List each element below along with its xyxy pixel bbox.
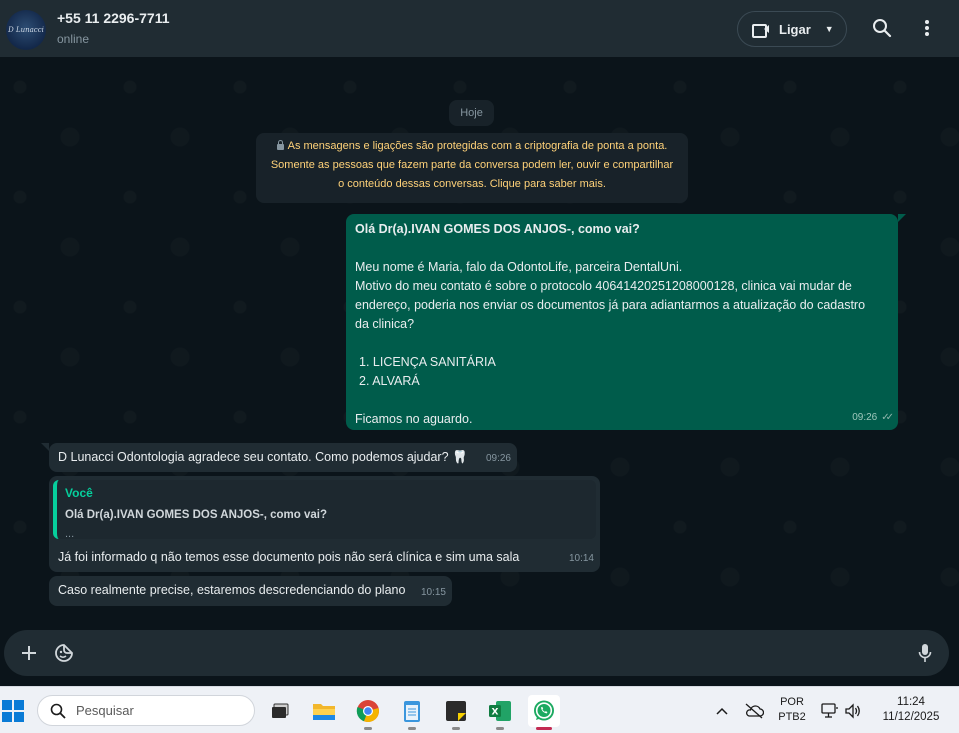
- notepad-icon[interactable]: [396, 695, 428, 730]
- volume-icon[interactable]: [843, 701, 863, 721]
- message-meta: 09:26 ✓✓: [852, 408, 894, 427]
- lock-icon: [276, 140, 284, 150]
- composer-bar[interactable]: [4, 630, 949, 676]
- outgoing-message[interactable]: Olá Dr(a).IVAN GOMES DOS ANJOS-, como va…: [346, 214, 906, 430]
- sticky-notes-icon[interactable]: [440, 695, 472, 730]
- list-item: 2. ALVARÁ: [359, 374, 420, 388]
- message-line: da clinica?: [355, 317, 415, 331]
- clock-date: 11/12/2025: [882, 711, 940, 723]
- message-time: 10:15: [420, 587, 446, 598]
- chat-panel: Hoje As mensagens e ligações são protegi…: [0, 57, 959, 630]
- search-icon[interactable]: [870, 16, 894, 40]
- document-list: 1. LICENÇA SANITÁRIA 2. ALVARÁ: [355, 353, 889, 391]
- message-time: 10:14: [568, 553, 594, 564]
- notice-line: As mensagens e ligações são protegidas c…: [287, 140, 668, 152]
- quote-ellipsis: ...: [65, 528, 75, 540]
- incoming-message[interactable]: Caso realmente precise, estaremos descre…: [49, 576, 452, 606]
- search-icon: [50, 703, 66, 719]
- menu-icon[interactable]: [915, 16, 939, 40]
- svg-text:X: X: [492, 708, 499, 718]
- message-text: Caso realmente precise, estaremos descre…: [58, 583, 406, 597]
- quote-text: Olá Dr(a).IVAN GOMES DOS ANJOS-, como va…: [65, 509, 327, 521]
- contact-avatar[interactable]: D Lunacci: [6, 10, 46, 50]
- notice-line: Somente as pessoas que fazem parte da co…: [270, 159, 674, 171]
- video-icon: [752, 22, 770, 38]
- task-view-icon[interactable]: [264, 695, 296, 727]
- language-line: POR: [780, 696, 804, 708]
- taskbar-search[interactable]: Pesquisar: [37, 695, 255, 726]
- file-explorer-icon[interactable]: [308, 695, 340, 727]
- encryption-notice[interactable]: As mensagens e ligações são protegidas c…: [256, 133, 688, 203]
- chevron-up-icon[interactable]: [712, 701, 732, 721]
- quote-author: Você: [65, 486, 93, 500]
- message-time: 09:26: [852, 412, 878, 423]
- plus-icon[interactable]: [16, 640, 42, 666]
- message-greeting: Olá Dr(a).IVAN GOMES DOS ANJOS-, como va…: [355, 222, 640, 236]
- search-placeholder: Pesquisar: [76, 703, 134, 718]
- list-item: 1. LICENÇA SANITÁRIA: [359, 355, 496, 369]
- call-button[interactable]: Ligar ▼: [737, 11, 847, 47]
- message-text: D Lunacci Odontologia agradece seu conta…: [58, 450, 468, 464]
- quoted-message[interactable]: Você Olá Dr(a).IVAN GOMES DOS ANJOS-, co…: [53, 480, 596, 540]
- contact-name: +55 11 2296-7711: [57, 10, 170, 26]
- message-text: Já foi informado q não temos esse docume…: [58, 550, 520, 564]
- chevron-down-icon: ▼: [824, 24, 834, 34]
- contact-status: online: [57, 32, 90, 46]
- message-line: Meu nome é Maria, falo da OdontoLife, pa…: [355, 260, 683, 274]
- windows-taskbar: Pesquisar X POR PTB2 11:24 11/12/2025: [0, 686, 959, 733]
- excel-icon[interactable]: X: [484, 695, 516, 730]
- call-label: Ligar: [779, 21, 811, 37]
- incoming-reply-message[interactable]: Você Olá Dr(a).IVAN GOMES DOS ANJOS-, co…: [49, 476, 600, 572]
- incoming-message[interactable]: D Lunacci Odontologia agradece seu conta…: [41, 443, 517, 472]
- read-ticks-icon: ✓✓: [881, 412, 894, 423]
- mic-icon[interactable]: [912, 640, 938, 666]
- chat-header: D Lunacci +55 11 2296-7711 online Ligar …: [0, 0, 959, 57]
- avatar-logo-text: D Lunacci: [8, 26, 44, 34]
- whatsapp-icon[interactable]: [528, 695, 560, 730]
- message-composer: [0, 630, 959, 686]
- chrome-icon[interactable]: [352, 695, 384, 730]
- windows-start-icon[interactable]: [0, 698, 26, 724]
- sticker-icon[interactable]: [51, 640, 77, 666]
- message-line: Motivo do meu contato é sobre o protocol…: [355, 279, 852, 293]
- network-icon[interactable]: [820, 701, 840, 721]
- message-time: 09:26: [485, 453, 511, 464]
- layout-line: PTB2: [778, 711, 806, 723]
- date-pill: Hoje: [449, 100, 494, 126]
- clock[interactable]: 11:24 11/12/2025: [872, 695, 950, 725]
- clock-time: 11:24: [897, 696, 925, 708]
- language-indicator[interactable]: POR PTB2: [774, 695, 810, 725]
- message-closing: Ficamos no aguardo.: [355, 412, 473, 426]
- cloud-offline-icon[interactable]: [743, 700, 765, 722]
- contact-info[interactable]: +55 11 2296-7711 online: [57, 10, 170, 46]
- notice-line: o conteúdo dessas conversas. Clique para…: [338, 178, 606, 190]
- message-line: endereço, poderia nos enviar os document…: [355, 298, 866, 312]
